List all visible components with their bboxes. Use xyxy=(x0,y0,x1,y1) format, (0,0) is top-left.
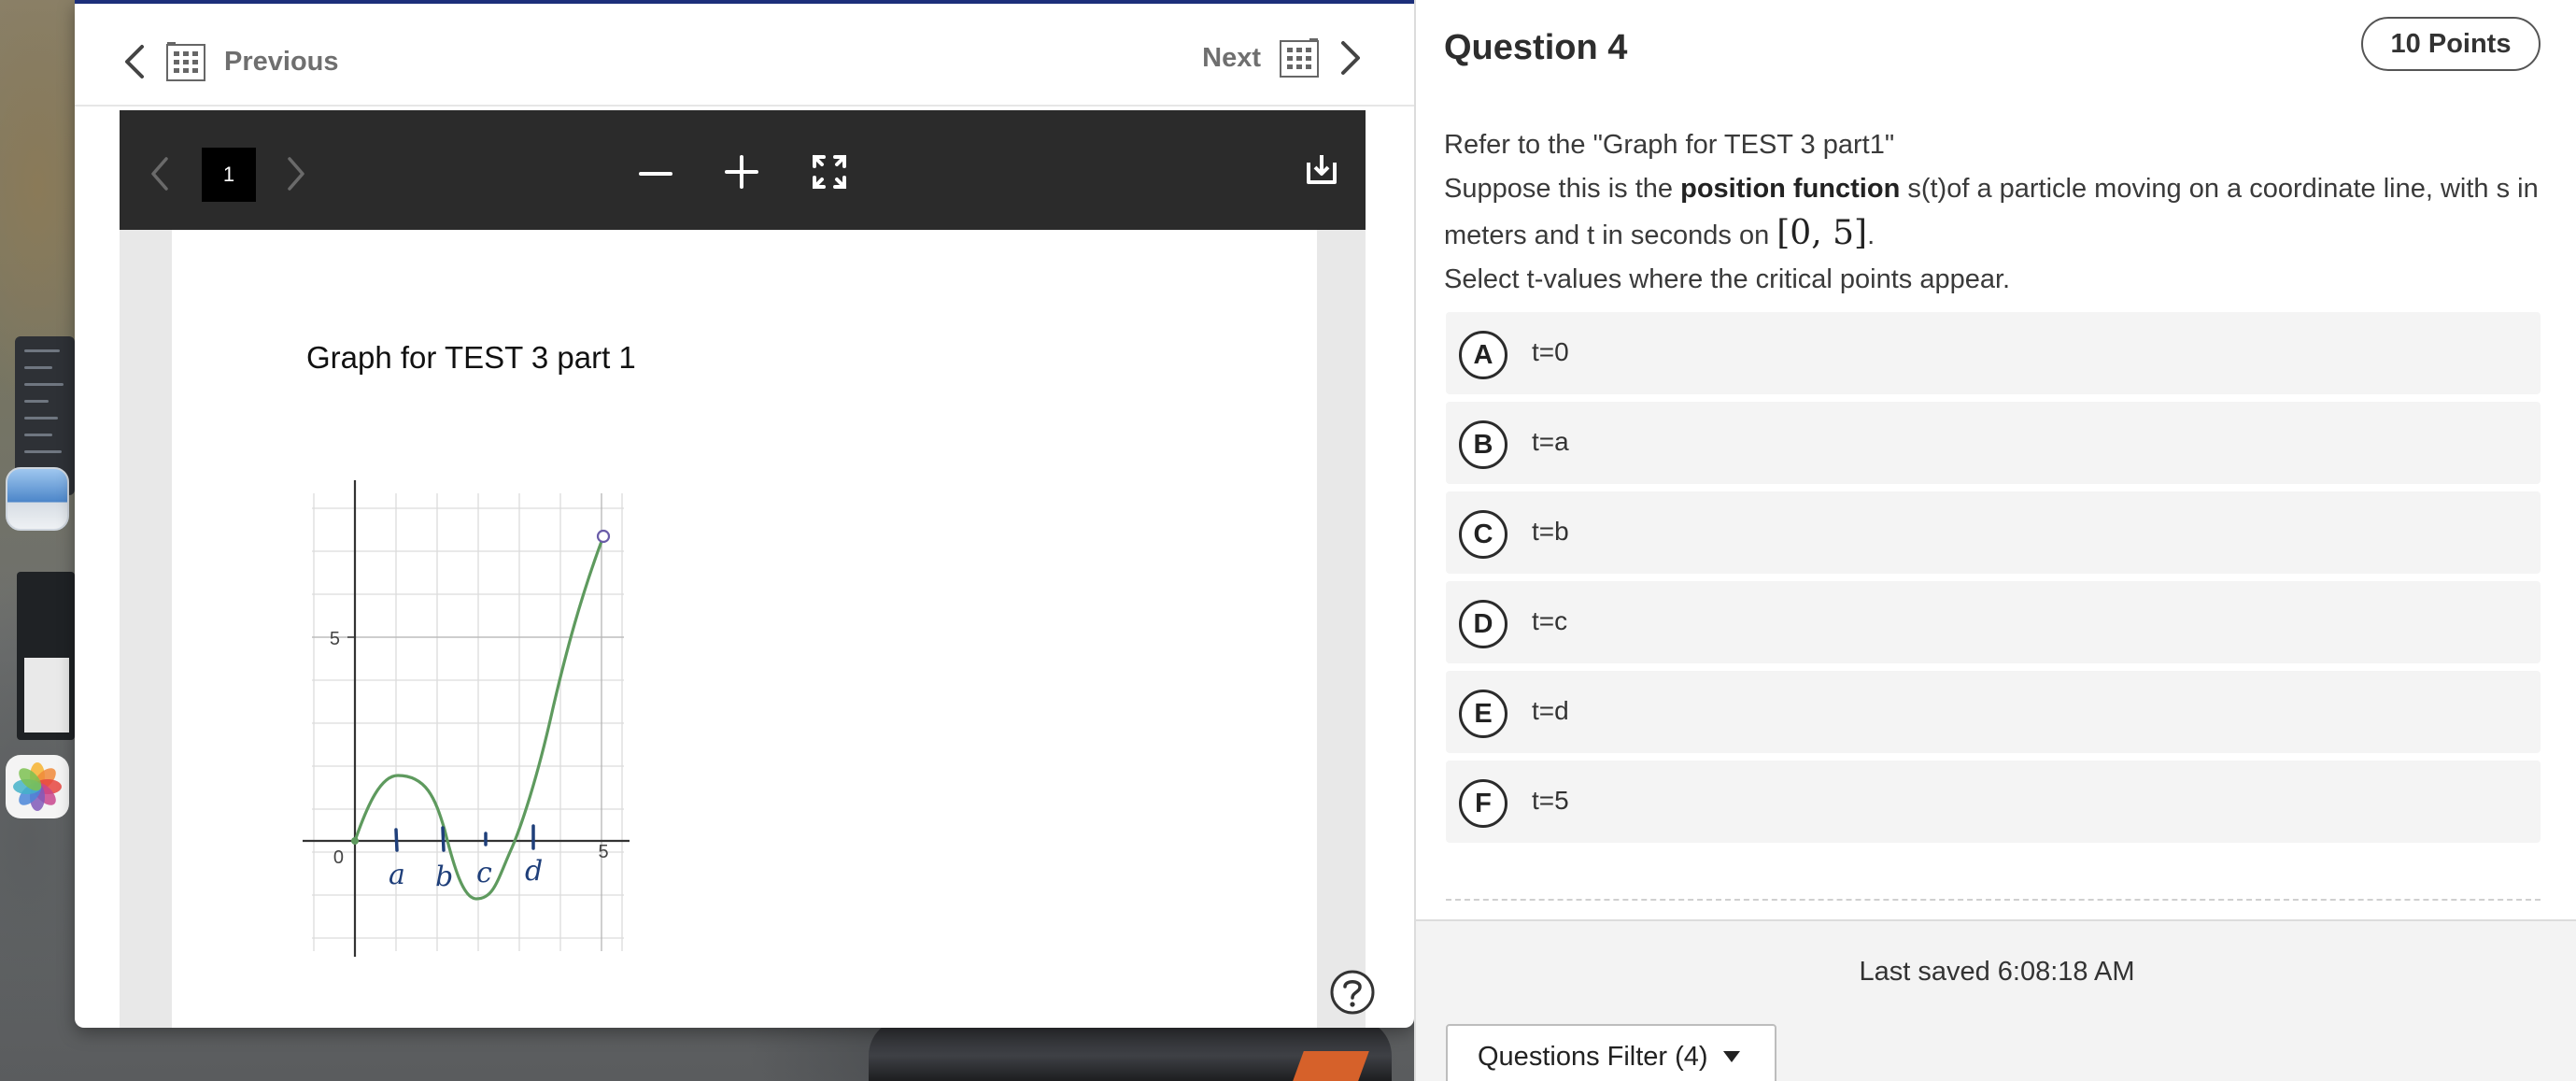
option-text: t=c xyxy=(1532,606,1568,635)
handwritten-label-c: c xyxy=(476,857,492,889)
curve-end-point xyxy=(596,529,611,544)
option-letter-badge: F xyxy=(1459,779,1507,828)
position-function-graph: 5 0 5 a b c d xyxy=(303,480,630,957)
question-line-2-start: Suppose this is the xyxy=(1444,174,1681,204)
chevron-right-icon xyxy=(1341,41,1360,75)
points-badge: 10 Points xyxy=(2361,17,2541,71)
question-footer: Last saved 6:08:18 AM Questions Filter (… xyxy=(1416,919,2576,1081)
pdf-toolbar: 1 xyxy=(120,110,1366,230)
background-window-thumbnail xyxy=(17,572,75,740)
x-origin-label: 0 xyxy=(333,847,344,868)
help-icon[interactable] xyxy=(1328,968,1377,1017)
handwritten-label-d: d xyxy=(525,855,543,888)
zoom-in-icon[interactable] xyxy=(723,153,760,191)
question-line-2-end: . xyxy=(1867,220,1875,250)
curve-start-point xyxy=(351,837,359,845)
pdf-page: Graph for TEST 3 part 1 5 0 5 a b c d xyxy=(172,230,1317,1028)
questions-filter-button[interactable]: Questions Filter (4) xyxy=(1446,1024,1776,1081)
question-grid-icon xyxy=(166,42,205,81)
download-icon[interactable] xyxy=(1304,151,1339,187)
pdf-next-page-button[interactable] xyxy=(284,155,308,192)
handwritten-label-a: a xyxy=(389,859,405,891)
desktop-wallpaper-accent xyxy=(1293,1051,1369,1081)
next-label: Next xyxy=(1202,42,1261,73)
question-line-1: Refer to the "Graph for TEST 3 part1" xyxy=(1444,130,1895,160)
page-number-field[interactable]: 1 xyxy=(202,148,256,202)
pdf-scroll-area[interactable]: Graph for TEST 3 part 1 5 0 5 a b c d xyxy=(120,230,1366,1028)
interval-math: [0, 5] xyxy=(1776,214,1868,252)
option-text: t=b xyxy=(1532,517,1569,546)
questions-filter-label: Questions Filter (4) xyxy=(1478,1041,1708,1072)
question-line-2: Suppose this is the position function s(… xyxy=(1444,167,2546,258)
document-viewer-pane: Previous Next 1 Graph for TEST 3 part 1 … xyxy=(75,0,1414,1028)
fullscreen-icon[interactable] xyxy=(811,153,848,191)
photos-app-icon[interactable] xyxy=(6,755,69,818)
dock-app-icon[interactable] xyxy=(6,467,69,531)
question-title: Question 4 xyxy=(1444,28,1628,67)
option-text: t=5 xyxy=(1532,786,1569,815)
next-question-button[interactable]: Next xyxy=(1202,32,1364,84)
question-pane: Question 4 10 Points Refer to the "Graph… xyxy=(1414,0,2576,1081)
option-text: t=a xyxy=(1532,427,1569,456)
question-nav-bar: Previous Next xyxy=(75,4,1414,107)
option-text: t=d xyxy=(1532,696,1569,725)
pdf-prev-page-button[interactable] xyxy=(148,155,172,192)
photos-flower-icon xyxy=(13,762,62,811)
y-tick-label: 5 xyxy=(330,629,340,649)
option-letter-badge: E xyxy=(1459,690,1507,738)
position-curve xyxy=(353,535,605,901)
x-end-label: 5 xyxy=(598,842,608,862)
dashed-divider xyxy=(1446,899,2541,901)
caret-down-icon xyxy=(1722,1051,1740,1062)
option-letter-badge: D xyxy=(1459,600,1507,648)
previous-question-button[interactable]: Previous xyxy=(121,36,339,88)
answer-options: A t=0 B t=a C t=b D t=c E t=d F t=5 xyxy=(1446,312,2541,850)
chevron-left-icon xyxy=(125,45,144,78)
answer-option-d[interactable]: D t=c xyxy=(1446,581,2541,663)
answer-option-b[interactable]: B t=a xyxy=(1446,402,2541,484)
graph-title: Graph for TEST 3 part 1 xyxy=(306,340,636,375)
option-letter-badge: A xyxy=(1459,331,1507,379)
zoom-out-icon[interactable] xyxy=(637,155,674,192)
option-text: t=0 xyxy=(1532,337,1569,366)
question-text: Refer to the "Graph for TEST 3 part1" Su… xyxy=(1444,123,2546,302)
last-saved-status: Last saved 6:08:18 AM xyxy=(1859,957,2135,987)
question-line-3: Select t-values where the critical point… xyxy=(1444,264,2011,294)
answer-option-c[interactable]: C t=b xyxy=(1446,491,2541,574)
previous-label: Previous xyxy=(224,46,339,77)
option-letter-badge: B xyxy=(1459,420,1507,469)
handwritten-label-b: b xyxy=(435,861,453,893)
option-letter-badge: C xyxy=(1459,510,1507,559)
question-bold-term: position function xyxy=(1680,174,1901,204)
answer-option-a[interactable]: A t=0 xyxy=(1446,312,2541,394)
answer-option-f[interactable]: F t=5 xyxy=(1446,761,2541,843)
answer-option-e[interactable]: E t=d xyxy=(1446,671,2541,753)
question-grid-icon xyxy=(1280,38,1319,78)
